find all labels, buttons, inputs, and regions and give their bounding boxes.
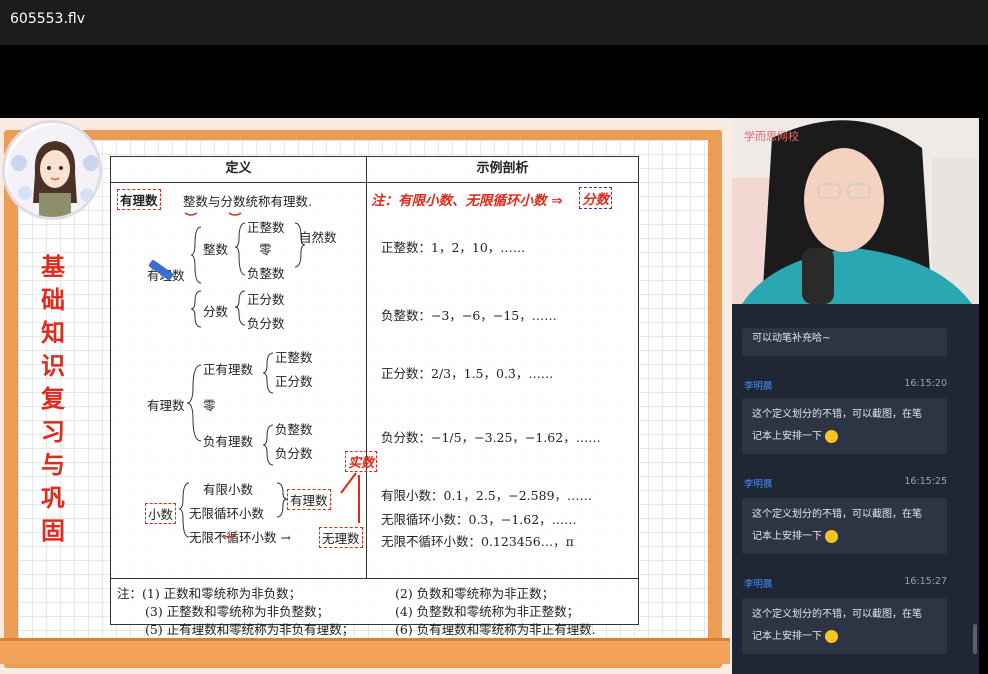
vertical-title: 基 础 知 识 复 习 与 巩 固 (38, 250, 68, 547)
title-char: 识 (41, 351, 65, 380)
emoji-icon (825, 429, 838, 443)
title-char: 习 (41, 417, 65, 446)
chat-message-partial: 可以动笔补充哈~ (742, 328, 947, 356)
chat-message: 这个定义划分的不错，可以截图，在笔 记本上安排一下 (742, 498, 947, 554)
examples-cell: 注：有限小数、无限循环小数 ⇒ 分数 正整数：1，2，10，…… 负整数：−3，… (366, 182, 639, 579)
emoji-icon (825, 629, 838, 643)
chat-time: 16:15:27 (904, 576, 947, 587)
chat-text: 记本上安排一下 (752, 631, 822, 642)
title-char: 知 (41, 318, 65, 347)
teacher-camera: 学而思网校 (732, 118, 979, 304)
example-pos-int: 正整数：1，2，10，…… (381, 240, 526, 255)
note-2: (2) 负数和零统称为非正数； (395, 586, 555, 601)
chat-scrollbar[interactable] (973, 624, 977, 654)
window-titlebar: 605553.flv (0, 0, 988, 45)
title-char: 与 (41, 450, 65, 479)
teacher-avatar-illustration (2, 120, 102, 220)
title-char: 复 (41, 384, 65, 413)
chat-time: 16:15:25 (904, 476, 947, 487)
note-1: 注：(1) 正数和零统称为非负数； (117, 586, 302, 601)
chat-text: 这个定义划分的不错，可以截图，在笔 (752, 509, 922, 520)
chat-text: 这个定义划分的不错，可以截图，在笔 (752, 409, 922, 420)
handwritten-fraction-box: 分数 (579, 187, 612, 209)
handwritten-note: 注：有限小数、无限循环小数 ⇒ (371, 193, 563, 209)
chat-text: 可以动笔补充哈~ (752, 333, 831, 344)
note-3: (3) 正整数和零统称为非负整数； (145, 604, 330, 619)
example-nonrepeating: 无限不循环小数：0.123456…，π (381, 534, 574, 549)
example-neg-int: 负整数：−3，−6，−15，…… (381, 308, 557, 323)
note-4: (4) 负整数和零统称为非正整数； (395, 604, 580, 619)
chat-message: 这个定义划分的不错，可以截图，在笔 记本上安排一下 (742, 398, 947, 454)
knowledge-table: 定义 示例剖析 有理数 整数与分数统称有理数. 有理数 整数 正整数 零 负整数… (110, 156, 639, 637)
chat-text: 这个定义划分的不错，可以截图，在笔 (752, 609, 922, 620)
note-5: (5) 正有理数和零统称为非负有理数； (145, 622, 355, 637)
title-char: 础 (41, 285, 65, 314)
chat-username: 李明晨 (744, 381, 773, 392)
board-sill (0, 638, 730, 664)
title-char: 固 (41, 516, 65, 545)
chat-text: 记本上安排一下 (752, 431, 822, 442)
header-definition: 定义 (110, 156, 367, 183)
example-finite: 有限小数：0.1，2.5，−2.589，…… (381, 488, 593, 503)
notes-cell: 注：(1) 正数和零统称为非负数； (2) 负数和零统称为非正数； (3) 正整… (110, 578, 639, 637)
header-examples: 示例剖析 (366, 156, 639, 183)
title-char: 巩 (41, 483, 65, 512)
chat-text: 记本上安排一下 (752, 531, 822, 542)
example-pos-frac: 正分数：2/3，1.5，0.3̇，…… (381, 366, 554, 381)
chat-time: 16:15:20 (904, 378, 947, 389)
title-char: 基 (41, 252, 65, 281)
note-6: (6) 负有理数和零统称为非正有理数. (395, 622, 596, 637)
emoji-icon (825, 529, 838, 543)
chat-username: 李明晨 (744, 479, 773, 490)
chat-username: 李明晨 (744, 579, 773, 590)
example-neg-frac: 负分数：−1/5，−3.25，−1.62̇，…… (381, 430, 601, 445)
camera-feed (732, 118, 979, 304)
definition-cell: 有理数 整数与分数统称有理数. 有理数 整数 正整数 零 负整数 自然数 分数 … (110, 182, 378, 579)
chat-message: 这个定义划分的不错，可以截图，在笔 记本上安排一下 (742, 598, 947, 654)
camera-watermark: 学而思网校 (744, 130, 799, 143)
example-repeating: 无限循环小数：0.3̇，−1.62̇，…… (381, 512, 577, 527)
window-title: 605553.flv (10, 11, 85, 27)
brace-drawings (178, 212, 360, 538)
chat-panel[interactable]: 可以动笔补充哈~ 李明晨 16:15:20 这个定义划分的不错，可以截图，在笔 … (732, 304, 979, 674)
